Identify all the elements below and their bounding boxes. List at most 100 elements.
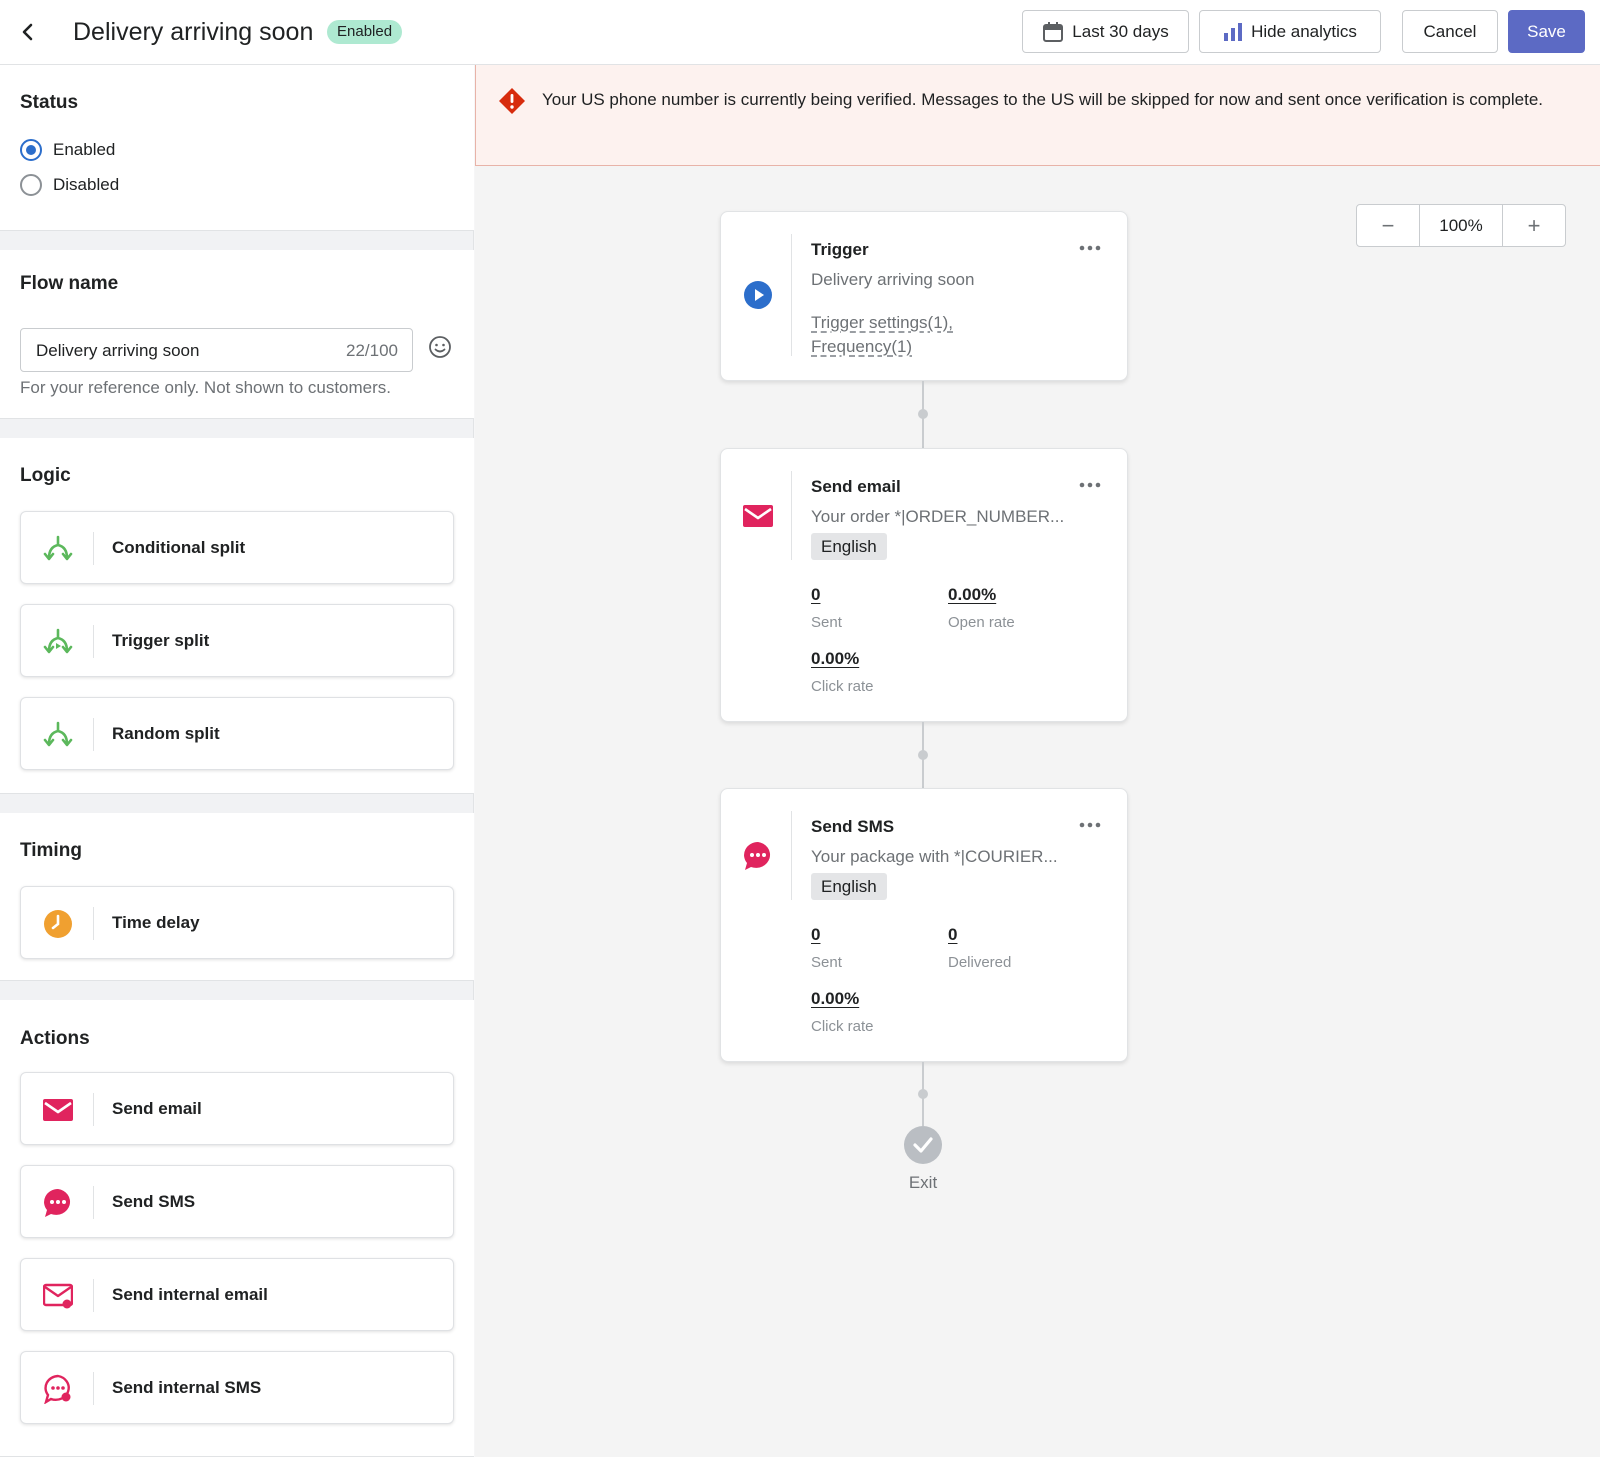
clock-icon: [41, 907, 75, 941]
zoom-in-button[interactable]: +: [1503, 205, 1565, 246]
stat-value-click-rate[interactable]: 0.00%: [811, 649, 859, 669]
timing-section: Timing Time delay: [0, 813, 474, 981]
timing-title: Timing: [20, 840, 82, 861]
flow-name-value: Delivery arriving soon: [36, 341, 200, 360]
frequency-link[interactable]: Frequency(1): [811, 337, 912, 357]
verification-banner: Your US phone number is currently being …: [475, 65, 1600, 166]
hide-analytics-label: Hide analytics: [1251, 21, 1357, 41]
trigger-settings-link[interactable]: Trigger settings(1),: [811, 313, 953, 333]
flow-canvas[interactable]: Your US phone number is currently being …: [475, 65, 1600, 1457]
radio-disabled-label: Disabled: [53, 175, 120, 194]
flow-name-title: Flow name: [20, 273, 119, 294]
tile-divider: [93, 625, 94, 658]
back-button[interactable]: [14, 16, 42, 48]
node-divider: [791, 471, 792, 560]
connector-dot[interactable]: [918, 750, 928, 760]
trigger-title: Trigger: [811, 240, 869, 259]
sidebar: Status Enabled Disabled Flow name Delive…: [0, 65, 474, 1457]
send-sms-tile[interactable]: Send SMS: [20, 1165, 454, 1238]
logic-title: Logic: [20, 465, 71, 486]
stat-label-delivered: Delivered: [948, 954, 1012, 971]
time-delay-tile[interactable]: Time delay: [20, 886, 454, 959]
sms-icon: [41, 1186, 75, 1220]
tile-divider: [93, 1372, 94, 1405]
send-sms-message: Your package with *|COURIER...: [811, 847, 1058, 866]
logic-section: Logic Conditional split Trigger split Ra…: [0, 438, 474, 794]
email-icon: [41, 1093, 75, 1127]
send-sms-title: Send SMS: [811, 817, 895, 836]
flow-name-section: Flow name Delivery arriving soon 22/100 …: [0, 250, 474, 419]
connector-dot[interactable]: [918, 409, 928, 419]
stat-label-click-rate: Click rate: [811, 678, 874, 695]
send-sms-label: Send SMS: [112, 1192, 196, 1211]
cancel-button[interactable]: Cancel: [1402, 10, 1498, 53]
status-title: Status: [20, 92, 79, 113]
radio-enabled-control[interactable]: [20, 139, 42, 161]
internal-email-icon: [41, 1279, 75, 1313]
more-options-icon[interactable]: [1077, 238, 1103, 258]
email-icon: [743, 501, 773, 531]
radio-disabled-control[interactable]: [20, 174, 42, 196]
bar-chart-icon: [1224, 22, 1243, 41]
more-options-icon[interactable]: [1077, 815, 1103, 835]
conditional-split-label: Conditional split: [112, 538, 246, 557]
send-internal-email-tile[interactable]: Send internal email: [20, 1258, 454, 1331]
tile-divider: [93, 1279, 94, 1312]
status-badge: Enabled: [327, 20, 403, 44]
send-email-node[interactable]: Send email Your order *|ORDER_NUMBER... …: [720, 448, 1128, 722]
language-tag: English: [811, 873, 887, 900]
radio-disabled[interactable]: Disabled: [20, 174, 119, 196]
emoji-button[interactable]: [428, 335, 452, 359]
split-icon: [41, 532, 75, 566]
date-range-button[interactable]: Last 30 days: [1022, 10, 1189, 53]
stat-value-sent[interactable]: 0: [811, 925, 820, 945]
hide-analytics-button[interactable]: Hide analytics: [1199, 10, 1381, 53]
conditional-split-tile[interactable]: Conditional split: [20, 511, 454, 584]
stat-value-sent[interactable]: 0: [811, 585, 820, 605]
save-button[interactable]: Save: [1508, 10, 1585, 53]
play-icon: [743, 280, 773, 310]
date-range-label: Last 30 days: [1072, 21, 1169, 41]
trigger-node[interactable]: Trigger Delivery arriving soon Trigger s…: [720, 211, 1128, 381]
radio-enabled[interactable]: Enabled: [20, 139, 115, 161]
trigger-split-icon: [41, 625, 75, 659]
calendar-icon: [1043, 21, 1064, 42]
tile-divider: [93, 1186, 94, 1219]
tile-divider: [93, 718, 94, 751]
zoom-control: − 100% +: [1356, 204, 1566, 247]
smiley-icon: [429, 336, 451, 358]
node-divider: [791, 811, 792, 900]
flow-name-counter: 22/100: [346, 341, 398, 360]
send-email-tile[interactable]: Send email: [20, 1072, 454, 1145]
trigger-split-tile[interactable]: Trigger split: [20, 604, 454, 677]
actions-title: Actions: [20, 1028, 90, 1049]
random-split-tile[interactable]: Random split: [20, 697, 454, 770]
send-internal-email-label: Send internal email: [112, 1285, 268, 1304]
flow-name-input[interactable]: Delivery arriving soon 22/100: [20, 328, 413, 372]
more-options-icon[interactable]: [1077, 475, 1103, 495]
exit-check-icon: [904, 1126, 942, 1164]
send-email-label: Send email: [112, 1099, 202, 1118]
zoom-level: 100%: [1419, 205, 1503, 246]
random-split-label: Random split: [112, 724, 220, 743]
internal-sms-icon: [41, 1372, 75, 1406]
stat-value-click-rate[interactable]: 0.00%: [811, 989, 859, 1009]
time-delay-label: Time delay: [112, 913, 200, 932]
send-email-subject: Your order *|ORDER_NUMBER...: [811, 507, 1065, 526]
chevron-left-icon: [22, 23, 33, 41]
connector-dot[interactable]: [918, 1089, 928, 1099]
stat-value-open-rate[interactable]: 0.00%: [948, 585, 996, 605]
trigger-split-label: Trigger split: [112, 631, 210, 650]
actions-section: Actions Send email Send SMS Send interna…: [0, 1000, 474, 1457]
exit-label: Exit: [908, 1173, 938, 1192]
stat-value-delivered[interactable]: 0: [948, 925, 957, 945]
send-sms-node[interactable]: Send SMS Your package with *|COURIER... …: [720, 788, 1128, 1062]
sms-icon: [743, 841, 773, 871]
zoom-out-button[interactable]: −: [1357, 205, 1419, 246]
top-bar: Delivery arriving soon Enabled Last 30 d…: [0, 0, 1600, 65]
send-internal-sms-label: Send internal SMS: [112, 1378, 262, 1397]
banner-message: Your US phone number is currently being …: [542, 90, 1544, 109]
send-internal-sms-tile[interactable]: Send internal SMS: [20, 1351, 454, 1424]
stat-label-open-rate: Open rate: [948, 614, 1015, 631]
trigger-subtitle: Delivery arriving soon: [811, 270, 975, 289]
